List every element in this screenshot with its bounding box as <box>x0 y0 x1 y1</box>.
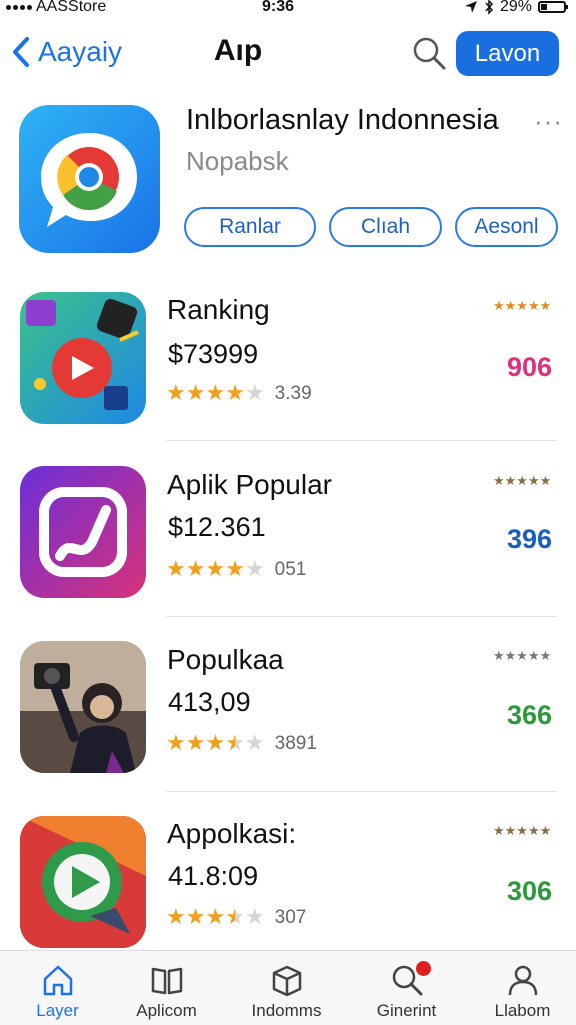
star-icon: ★ <box>205 730 226 755</box>
clock: 9:36 <box>262 0 295 15</box>
star-icon: ★ <box>244 380 265 405</box>
tab-label: Indomms <box>251 1001 322 1020</box>
rating-stars: ★★★★★ 3.39 <box>166 382 312 405</box>
featured-app-title: Inlborlasnlay Indonnesia <box>186 104 499 136</box>
photographer-icon <box>20 641 146 773</box>
battery-percent: 29% <box>499 0 532 15</box>
star-icon: ★ <box>166 556 186 581</box>
tab-label: Ginerint <box>376 1001 437 1020</box>
star-icon: ★ <box>166 904 186 929</box>
rating-stars: ★★★★★ 051 <box>166 558 306 581</box>
chip-ranking[interactable]: Ranlar <box>184 207 316 247</box>
signal-icon <box>6 4 32 10</box>
app-price: $73999 <box>168 339 259 369</box>
music-app-icon <box>39 487 127 577</box>
play-app-icon <box>20 816 146 948</box>
app-percent: 396 <box>506 524 552 554</box>
star-icon: ★ <box>185 556 206 581</box>
divider <box>166 616 556 617</box>
star-icon: ★ <box>244 556 265 581</box>
rating-label: 3.39 <box>274 382 312 404</box>
page-title: Aıp <box>213 34 263 67</box>
app-icon-ranking[interactable] <box>20 292 146 424</box>
book-icon <box>151 967 182 995</box>
app-price: 413,09 <box>168 687 251 717</box>
star-row: ★★★★★ <box>166 558 265 581</box>
battery-fill <box>541 4 547 10</box>
rating-stars: ★★★★★ 307 <box>166 906 306 929</box>
location-icon <box>464 1 477 13</box>
box-icon <box>272 965 301 997</box>
star-icon: ★ <box>185 730 206 755</box>
app-percent: 906 <box>506 352 552 382</box>
mini-rating: ★★★★★ <box>493 648 552 663</box>
notification-badge <box>416 961 431 976</box>
star-icon: ★ <box>185 380 206 405</box>
app-percent: 366 <box>506 700 552 730</box>
tab-layer[interactable]: Layer <box>0 953 115 1025</box>
divider <box>166 791 556 792</box>
app-price: $12.361 <box>168 512 266 542</box>
app-price: 41.8:09 <box>168 861 259 891</box>
tab-aplicom[interactable]: Aplicom <box>109 953 224 1025</box>
rating-label: 307 <box>274 906 307 928</box>
app-icon-popular[interactable] <box>20 466 146 598</box>
media-collage-icon <box>26 298 139 410</box>
star-icon: ★ <box>225 380 245 405</box>
battery-icon <box>538 1 568 13</box>
tab-label: Aplicom <box>136 1001 197 1020</box>
star-icon: ★ <box>225 556 245 581</box>
rating-label: 3891 <box>274 732 317 754</box>
primary-action-button[interactable]: Lavon <box>456 31 559 76</box>
star-icon: ★ <box>166 380 186 405</box>
featured-app-subtitle: Nopabsk <box>186 146 289 176</box>
tab-ginerint[interactable]: Ginerint <box>349 953 464 1025</box>
app-name: Populkaa <box>167 644 284 675</box>
star-icon: ★ <box>205 556 226 581</box>
rating-stars: ★★★★★ 3891 <box>166 732 317 755</box>
mini-rating: ★★★★★ <box>493 823 552 838</box>
star-icon: ★ <box>166 730 186 755</box>
star-icon: ★ <box>225 730 245 755</box>
carrier-label: AASStore <box>36 0 107 15</box>
rating-label: 051 <box>274 558 307 580</box>
tab-bar: Layer Aplicom Indomms Ginerint Llabom <box>0 950 576 1025</box>
app-icon-populkaa[interactable] <box>20 641 146 773</box>
status-right: 29% <box>464 0 568 16</box>
star-icon: ★ <box>205 380 226 405</box>
featured-app-icon[interactable] <box>19 105 160 253</box>
bluetooth-icon <box>485 0 493 15</box>
app-name: Appolkasi: <box>167 818 297 849</box>
tab-label: Llabom <box>494 1001 551 1020</box>
app-icon-appolkasi[interactable] <box>20 816 146 948</box>
status-bar: AASStore 9:36 29% <box>0 0 576 20</box>
search-icon <box>413 37 446 70</box>
divider <box>166 440 556 441</box>
star-icon: ★ <box>225 904 245 929</box>
star-icon: ★ <box>244 730 265 755</box>
app-name: Aplik Popular <box>167 469 332 500</box>
person-icon <box>508 965 537 996</box>
mini-rating: ★★★★★ <box>493 473 552 488</box>
app-name: Ranking <box>167 294 270 325</box>
carrier: AASStore <box>6 0 106 16</box>
chat-bubble-browser-icon <box>41 133 137 227</box>
chip-desain[interactable]: Aesonl <box>455 207 558 247</box>
mini-rating: ★★★★★ <box>493 298 552 313</box>
star-row: ★★★★★ <box>166 382 265 405</box>
star-icon: ★ <box>244 904 265 929</box>
home-icon <box>43 965 72 996</box>
tab-indomms[interactable]: Indomms <box>229 953 344 1025</box>
app-percent: 306 <box>506 876 552 906</box>
tab-label: Layer <box>36 1001 79 1020</box>
star-row: ★★★★★ <box>166 732 265 755</box>
chip-cari[interactable]: Clıah <box>329 207 442 247</box>
star-row: ★★★★★ <box>166 906 265 929</box>
search-button[interactable] <box>410 34 450 74</box>
star-icon: ★ <box>205 904 226 929</box>
tab-llabom[interactable]: Llabom <box>465 953 576 1025</box>
more-options-icon[interactable]: ··· <box>534 106 563 137</box>
star-icon: ★ <box>185 904 206 929</box>
